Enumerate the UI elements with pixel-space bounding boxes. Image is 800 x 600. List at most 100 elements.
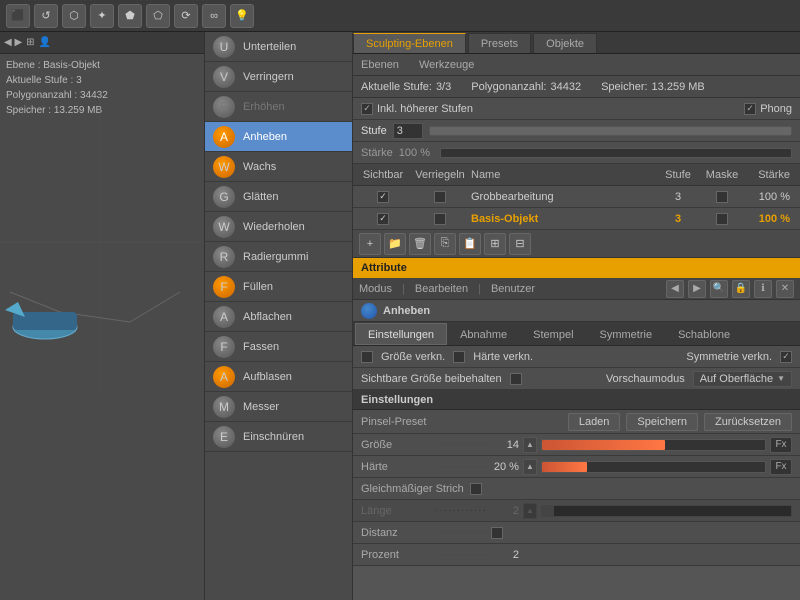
tab-objekte[interactable]: Objekte [533,33,597,53]
viewport-panel: ◀ ▶ ⊞ 👤 Ebene : Basis-Objekt Aktuelle St… [0,32,205,600]
mode-search-btn[interactable]: 🔍 [710,280,728,298]
menu-item-label-2: Erhöhen [243,101,285,113]
viewport-nav-person[interactable]: 👤 [39,37,51,48]
submode-bar: Einstellungen Abnahme Stempel Symmetrie … [353,322,800,346]
phong-checkbox[interactable]: Phong [744,103,792,115]
harte-verkn-checkbox[interactable] [453,351,465,363]
layer-starke-0: 100 % [746,191,796,203]
stufe-slider[interactable] [429,126,792,136]
zurucksetzen-button[interactable]: Zurücksetzen [704,413,792,431]
menu-item-abflachen[interactable]: AAbflachen [205,302,352,332]
menu-item-fassen[interactable]: FFassen [205,332,352,362]
speichern-button[interactable]: Speichern [626,413,698,431]
menu-item-icon-13: E [213,426,235,448]
menu-item-label-4: Wachs [243,161,276,173]
grosse-stepper-up[interactable]: ▲ [523,437,537,453]
mode-info-btn[interactable]: ℹ [754,280,772,298]
menu-item-unterteilen[interactable]: UUnterteilen [205,32,352,62]
menu-item-füllen[interactable]: FFüllen [205,272,352,302]
menu-item-wachs[interactable]: WWachs [205,152,352,182]
submode-stempel[interactable]: Stempel [520,323,586,345]
grosse-slider[interactable] [541,439,766,451]
distanz-checkbox[interactable] [491,527,503,539]
tool-8-icon[interactable]: ∞ [202,4,226,28]
tool-delete-btn[interactable]: 🗑 [409,233,431,255]
tool-scale-icon[interactable]: ⬡ [62,4,86,28]
tool-rotate-icon[interactable]: ↺ [34,4,58,28]
layer-verriegeln-cb-1[interactable] [434,213,446,225]
layer-sichtbar-cb-1[interactable] [377,213,389,225]
laden-button[interactable]: Laden [568,413,621,431]
grosse-verkn-checkbox[interactable] [361,351,373,363]
tool-5-icon[interactable]: ⬟ [118,4,142,28]
mode-benutzer[interactable]: Benutzer [491,283,535,295]
tool-merge-btn[interactable]: ⊞ [484,233,506,255]
mode-close-btn[interactable]: ✕ [776,280,794,298]
layer-row-1[interactable]: Basis-Objekt3100 % [353,208,800,230]
viewport-nav: ◀ ▶ ⊞ 👤 [0,32,204,54]
tool-add-folder-btn[interactable]: 📁 [384,233,406,255]
submode-abnahme[interactable]: Abnahme [447,323,520,345]
submode-schablone[interactable]: Schablone [665,323,743,345]
mode-bearbeiten[interactable]: Bearbeiten [415,283,468,295]
mode-nav-left-btn[interactable]: ◀ [666,280,684,298]
tool-7-icon[interactable]: ⟳ [174,4,198,28]
submode-symmetrie[interactable]: Symmetrie [587,323,666,345]
layer-maske-cb-1[interactable] [716,213,728,225]
tool-light-icon[interactable]: 💡 [230,4,254,28]
menu-item-einschnüren[interactable]: EEinschnüren [205,422,352,452]
mode-nav-right-btn[interactable]: ▶ [688,280,706,298]
tool-select-icon[interactable]: ✦ [90,4,114,28]
grosse-fx-button[interactable]: Fx [770,437,792,453]
harte-fx-button[interactable]: Fx [770,459,792,475]
layer-verriegeln-cb-0[interactable] [434,191,446,203]
menu-item-icon-11: A [213,366,235,388]
menu-item-radiergummi[interactable]: RRadiergummi [205,242,352,272]
menu-item-icon-8: F [213,276,235,298]
vorschaumodus-dropdown[interactable]: Auf Oberfläche ▼ [693,371,792,387]
menu-item-messer[interactable]: MMesser [205,392,352,422]
lange-slider [541,505,792,517]
harte-slider[interactable] [541,461,766,473]
tab-sculpting-ebenen[interactable]: Sculpting-Ebenen [353,33,466,53]
tool-add-layer-btn[interactable]: + [359,233,381,255]
tool-paste-btn[interactable]: 📋 [459,233,481,255]
sub-tab-bar: Ebenen Werkzeuge [353,54,800,76]
phong-checkbox-box[interactable] [744,103,756,115]
symmetrie-verkn-checkbox[interactable] [780,351,792,363]
inkl-row: Inkl. höherer Stufen Phong [353,98,800,120]
layer-row-0[interactable]: Grobbearbeitung3100 % [353,186,800,208]
tool-copy-btn[interactable]: ⎘ [434,233,456,255]
tab-presets[interactable]: Presets [468,33,531,53]
viewport-nav-icon[interactable]: ⊞ [26,37,34,48]
layer-maske-cb-0[interactable] [716,191,728,203]
sichtbare-grosse-checkbox[interactable] [510,373,522,385]
menu-item-verringern[interactable]: VVerringern [205,62,352,92]
submode-einstellungen[interactable]: Einstellungen [355,323,447,345]
layer-sichtbar-cb-0[interactable] [377,191,389,203]
lange-stepper: ▲ [523,503,537,519]
menu-item-aufblasen[interactable]: AAufblasen [205,362,352,392]
viewport-nav-arrows[interactable]: ◀ ▶ [4,37,22,48]
subtab-werkzeuge[interactable]: Werkzeuge [415,57,478,73]
layers-header: Sichtbar Verriegeln Name Stufe Maske Stä… [353,164,800,186]
harte-param-row: Härte ············ 20 % ▲ Fx [353,456,800,478]
stufe-input[interactable] [393,123,423,139]
mode-modus[interactable]: Modus [359,283,392,295]
harte-stepper-up[interactable]: ▲ [523,459,537,475]
starke-slider[interactable] [440,148,792,158]
inkl-checkbox-box[interactable] [361,103,373,115]
subtab-ebenen[interactable]: Ebenen [357,57,403,73]
tool-6-icon[interactable]: ⬠ [146,4,170,28]
menu-item-icon-6: W [213,216,235,238]
gleich-checkbox[interactable] [470,483,482,495]
menu-item-anheben[interactable]: AAnheben [205,122,352,152]
menu-item-glätten[interactable]: GGlätten [205,182,352,212]
tool-move-icon[interactable]: ⬛ [6,4,30,28]
menu-item-wiederholen[interactable]: WWiederholen [205,212,352,242]
tool-flatten-btn[interactable]: ⊟ [509,233,531,255]
mode-lock-btn[interactable]: 🔒 [732,280,750,298]
viewport-ebene: Ebene : Basis-Objekt [6,58,198,73]
inkl-checkbox[interactable]: Inkl. höherer Stufen [361,103,473,115]
mode-icons: ◀ ▶ 🔍 🔒 ℹ ✕ [666,280,794,298]
